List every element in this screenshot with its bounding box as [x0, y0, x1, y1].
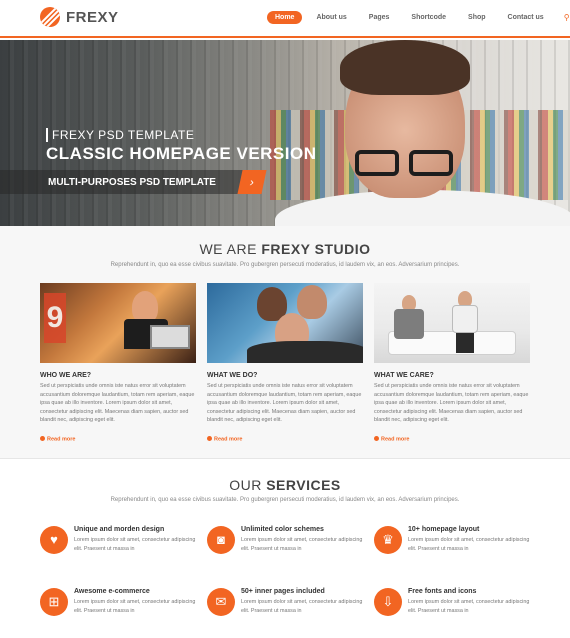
card-text-do: Sed ut perspiciatis unde omnis iste natu…: [207, 383, 362, 423]
service-heading: Unique and morden design: [74, 526, 165, 533]
read-more-label: Read more: [47, 436, 76, 443]
chat-icon: ✉: [207, 588, 235, 616]
card-image-do: [207, 283, 363, 363]
main-nav: Home About us Pages Shortcode Shop Conta…: [267, 11, 570, 24]
card-heading-who: WHO WE ARE?: [40, 372, 92, 379]
service-heading: Unlimited color schemes: [241, 526, 324, 533]
service-heading: 50+ inner pages included: [241, 588, 325, 595]
read-more-link-do[interactable]: Read more: [207, 436, 242, 443]
hero-title: CLASSIC HOMEPAGE VERSION: [46, 144, 317, 163]
hero-kicker: FREXY PSD TEMPLATE: [46, 128, 194, 142]
service-heading: Free fonts and icons: [408, 588, 477, 595]
studio-title-plain: WE ARE: [199, 241, 262, 257]
studio-subtitle: Reprehendunt in, quo ea esse civibus sua…: [110, 262, 460, 268]
service-text: Lorem ipsum dolor sit amet, consectetur …: [241, 599, 363, 614]
nav-home[interactable]: Home: [267, 11, 303, 24]
nav-shortcode[interactable]: Shortcode: [403, 11, 454, 24]
logo[interactable]: FREXY: [40, 7, 119, 27]
service-text: Lorem ipsum dolor sit amet, consectetur …: [74, 537, 196, 552]
service-heading: 10+ homepage layout: [408, 526, 480, 533]
person-legs: [456, 333, 474, 353]
nav-shop[interactable]: Shop: [460, 11, 494, 24]
cart-icon: ⊞: [40, 588, 68, 616]
read-more-label: Read more: [381, 436, 410, 443]
camera-icon: ◙: [207, 526, 235, 554]
card-text-who: Sed ut perspiciatis unde omnis iste natu…: [40, 383, 195, 423]
laptop: [150, 325, 190, 349]
download-icon: ⇩: [374, 588, 402, 616]
person-body: [394, 309, 424, 339]
card-text-care: Sed ut perspiciatis unde omnis iste natu…: [374, 383, 529, 423]
brand-name: FREXY: [66, 8, 119, 26]
section-divider: [0, 458, 570, 459]
decor-number: 9: [44, 293, 66, 343]
hero-slider: FREXY PSD TEMPLATE CLASSIC HOMEPAGE VERS…: [0, 40, 570, 226]
nav-about[interactable]: About us: [308, 11, 354, 24]
site-header: FREXY Home About us Pages Shortcode Shop…: [0, 0, 570, 38]
person-body: [452, 305, 478, 333]
people-bodies: [247, 341, 363, 363]
services-title-plain: OUR: [229, 477, 267, 493]
nav-contact[interactable]: Contact us: [500, 11, 552, 24]
logo-icon: [40, 7, 60, 27]
service-text: Lorem ipsum dolor sit amet, consectetur …: [408, 537, 530, 552]
card-image-who: 9: [40, 283, 196, 363]
service-heading: Awesome e-commerce: [74, 588, 150, 595]
card-image-care: [374, 283, 530, 363]
read-more-link-who[interactable]: Read more: [40, 436, 75, 443]
next-slide-button[interactable]: ›: [237, 170, 267, 194]
service-text: Lorem ipsum dolor sit amet, consectetur …: [74, 599, 196, 614]
nav-pages[interactable]: Pages: [361, 11, 398, 24]
arrow-circle-icon: [374, 436, 379, 441]
services-subtitle: Reprehendunt in, quo ea esse civibus sua…: [110, 497, 460, 503]
services-title: OUR SERVICES: [0, 477, 570, 493]
search-icon[interactable]: ⚲: [564, 13, 570, 22]
service-text: Lorem ipsum dolor sit amet, consectetur …: [408, 599, 530, 614]
person-figure: [297, 285, 327, 319]
heart-icon: ♥: [40, 526, 68, 554]
arrow-circle-icon: [207, 436, 212, 441]
trophy-icon: ♛: [374, 526, 402, 554]
card-heading-do: WHAT WE DO?: [207, 372, 258, 379]
hero-person-glasses: [355, 150, 455, 178]
hero-person-hair: [340, 40, 470, 95]
studio-title: WE ARE FREXY STUDIO: [0, 241, 570, 257]
hero-band-text: MULTI-PURPOSES PSD TEMPLATE: [48, 177, 216, 188]
card-heading-care: WHAT WE CARE?: [374, 372, 434, 379]
service-text: Lorem ipsum dolor sit amet, consectetur …: [241, 537, 363, 552]
studio-title-bold: FREXY STUDIO: [261, 241, 371, 257]
services-title-bold: SERVICES: [266, 477, 341, 493]
arrow-circle-icon: [40, 436, 45, 441]
read-more-label: Read more: [214, 436, 243, 443]
read-more-link-care[interactable]: Read more: [374, 436, 409, 443]
